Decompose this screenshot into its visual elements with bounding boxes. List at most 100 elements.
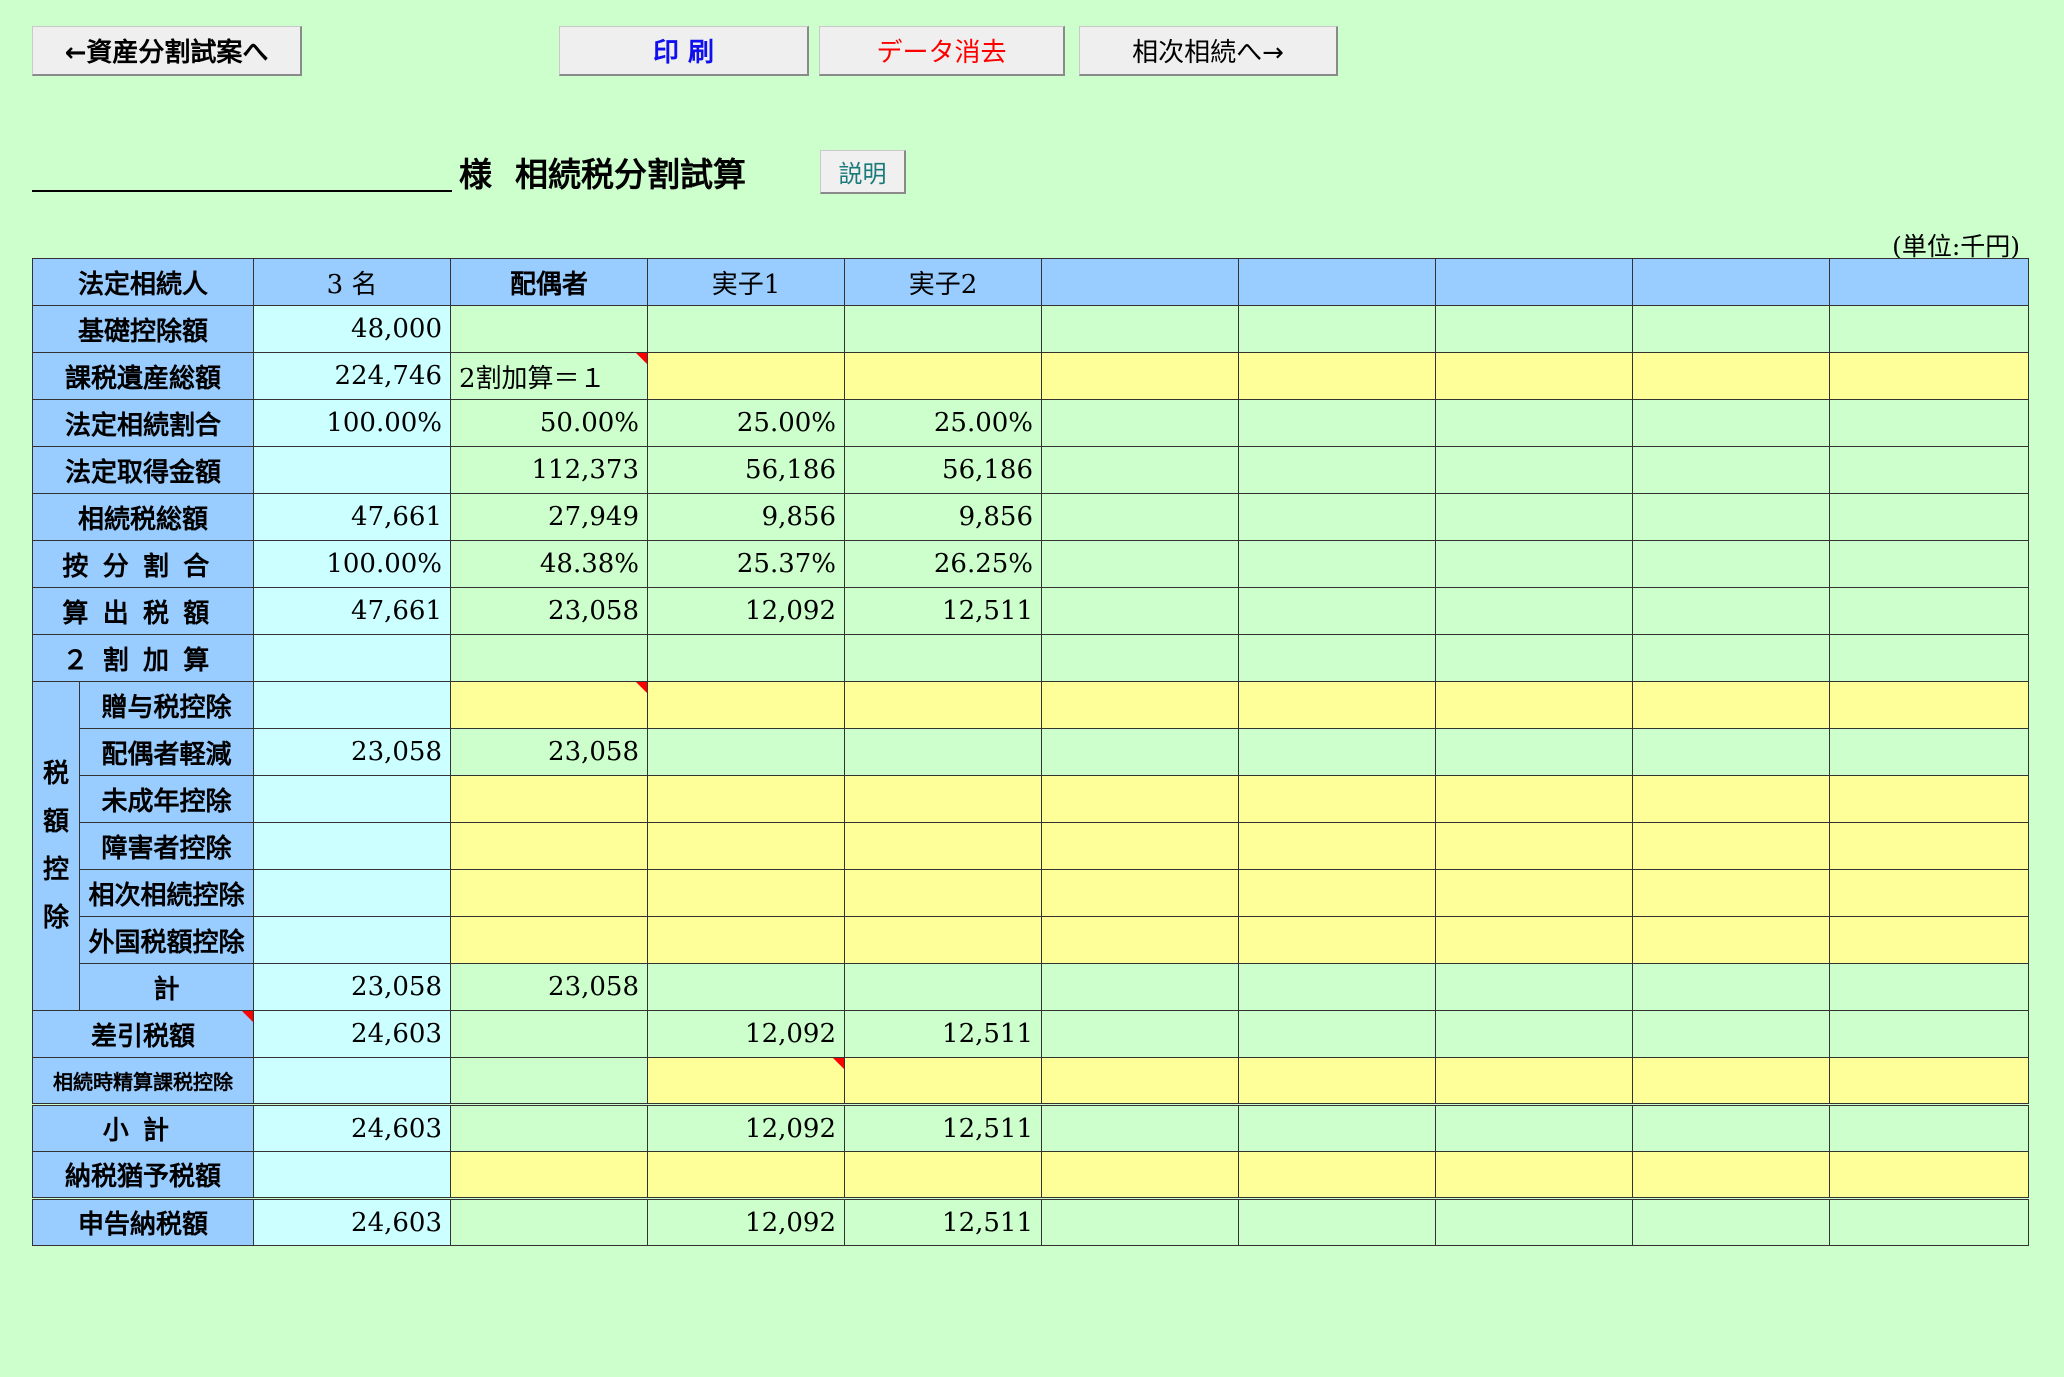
input-cell[interactable] (1041, 916, 1240, 964)
row-label-gift-tax-deduction: 贈与税控除 (78, 681, 255, 729)
input-cell[interactable] (844, 822, 1043, 870)
value-cell (1632, 1104, 1831, 1152)
input-cell[interactable] (1829, 822, 2030, 870)
table-row: 申告納税額 24,603 12,092 12,511 (31, 1198, 2030, 1246)
input-cell[interactable] (647, 869, 846, 917)
input-cell[interactable] (1041, 822, 1240, 870)
total-cell (253, 916, 452, 964)
heir-header[interactable]: 配偶者 (450, 258, 649, 306)
input-cell[interactable] (647, 1057, 846, 1106)
print-button[interactable]: 印 刷 (559, 26, 809, 76)
input-cell[interactable] (844, 352, 1043, 400)
heir-header[interactable] (1041, 258, 1240, 306)
input-cell[interactable] (1238, 1057, 1437, 1106)
value-cell (1632, 634, 1831, 682)
surcharge-note-cell[interactable]: 2割加算＝１ (450, 352, 649, 400)
input-cell[interactable] (1632, 916, 1831, 964)
value-cell (1435, 446, 1634, 494)
input-cell[interactable] (1238, 775, 1437, 823)
input-cell[interactable] (1238, 1151, 1437, 1200)
input-cell[interactable] (1829, 352, 2030, 400)
value-cell (1238, 493, 1437, 541)
input-cell[interactable] (1238, 869, 1437, 917)
input-cell[interactable] (1829, 869, 2030, 917)
input-cell[interactable] (1632, 681, 1831, 729)
clear-data-button[interactable]: データ消去 (819, 26, 1065, 76)
input-cell[interactable] (844, 916, 1043, 964)
input-cell[interactable] (1238, 822, 1437, 870)
input-cell[interactable] (1041, 681, 1240, 729)
input-cell[interactable] (1829, 1057, 2030, 1106)
value-cell (1829, 1010, 2030, 1058)
input-cell[interactable] (647, 775, 846, 823)
total-cell: 23,058 (253, 728, 452, 776)
input-cell[interactable] (1041, 352, 1240, 400)
input-cell[interactable] (1435, 1057, 1634, 1106)
input-cell[interactable] (450, 822, 649, 870)
input-cell[interactable] (1041, 1057, 1240, 1106)
back-to-asset-division-button[interactable]: ←資産分割試案へ (32, 26, 302, 76)
heir-header[interactable] (1435, 258, 1634, 306)
value-cell (1632, 1010, 1831, 1058)
value-cell (1041, 493, 1240, 541)
table-row: 納税猶予税額 (31, 1151, 2030, 1200)
input-cell[interactable] (1435, 916, 1634, 964)
tax-deduction-group-label: 税 額 控 除 (32, 681, 80, 1011)
input-cell[interactable] (1829, 775, 2030, 823)
input-cell[interactable] (1435, 352, 1634, 400)
input-cell[interactable] (1238, 681, 1437, 729)
input-cell[interactable] (1632, 1057, 1831, 1106)
input-cell[interactable] (1238, 916, 1437, 964)
value-cell (1829, 446, 2030, 494)
input-cell[interactable] (450, 681, 649, 729)
input-cell[interactable] (647, 352, 846, 400)
row-label-settlement-taxation-deduction: 相続時精算課税控除 (31, 1057, 255, 1106)
input-cell[interactable] (1041, 1151, 1240, 1200)
input-cell[interactable] (844, 869, 1043, 917)
input-cell[interactable] (1829, 1151, 2030, 1200)
input-cell[interactable] (844, 681, 1043, 729)
input-cell[interactable] (1632, 352, 1831, 400)
row-label-total-tax: 相続税総額 (31, 493, 255, 541)
value-cell: 12,092 (647, 1198, 846, 1246)
input-cell[interactable] (1632, 1151, 1831, 1200)
next-inheritance-button[interactable]: 相次相続へ→ (1079, 26, 1338, 76)
input-cell[interactable] (1041, 775, 1240, 823)
value-cell (1238, 540, 1437, 588)
input-cell[interactable] (1632, 775, 1831, 823)
total-cell (253, 1057, 452, 1106)
input-cell[interactable] (1435, 1151, 1634, 1200)
value-cell: 23,058 (450, 728, 649, 776)
input-cell[interactable] (1829, 681, 2030, 729)
input-cell[interactable] (1632, 822, 1831, 870)
heir-header[interactable] (1238, 258, 1437, 306)
help-button[interactable]: 説明 (820, 150, 906, 194)
input-cell[interactable] (647, 822, 846, 870)
heir-header[interactable] (1632, 258, 1831, 306)
input-cell[interactable] (1435, 869, 1634, 917)
input-cell[interactable] (1435, 822, 1634, 870)
input-cell[interactable] (1829, 916, 2030, 964)
value-cell: 12,511 (844, 1198, 1043, 1246)
decedent-name-field[interactable] (32, 190, 452, 192)
input-cell[interactable] (1041, 869, 1240, 917)
input-cell[interactable] (844, 1151, 1043, 1200)
input-cell[interactable] (1435, 775, 1634, 823)
input-cell[interactable] (450, 916, 649, 964)
value-cell (1435, 587, 1634, 635)
heir-header[interactable]: 実子2 (844, 258, 1043, 306)
heir-header[interactable] (1829, 258, 2030, 306)
input-cell[interactable] (450, 1151, 649, 1200)
input-cell[interactable] (844, 775, 1043, 823)
input-cell[interactable] (1435, 681, 1634, 729)
value-cell (1435, 493, 1634, 541)
input-cell[interactable] (1632, 869, 1831, 917)
input-cell[interactable] (450, 869, 649, 917)
input-cell[interactable] (844, 1057, 1043, 1106)
input-cell[interactable] (1238, 352, 1437, 400)
input-cell[interactable] (450, 775, 649, 823)
heir-header[interactable]: 実子1 (647, 258, 846, 306)
input-cell[interactable] (647, 916, 846, 964)
input-cell[interactable] (647, 681, 846, 729)
input-cell[interactable] (647, 1151, 846, 1200)
